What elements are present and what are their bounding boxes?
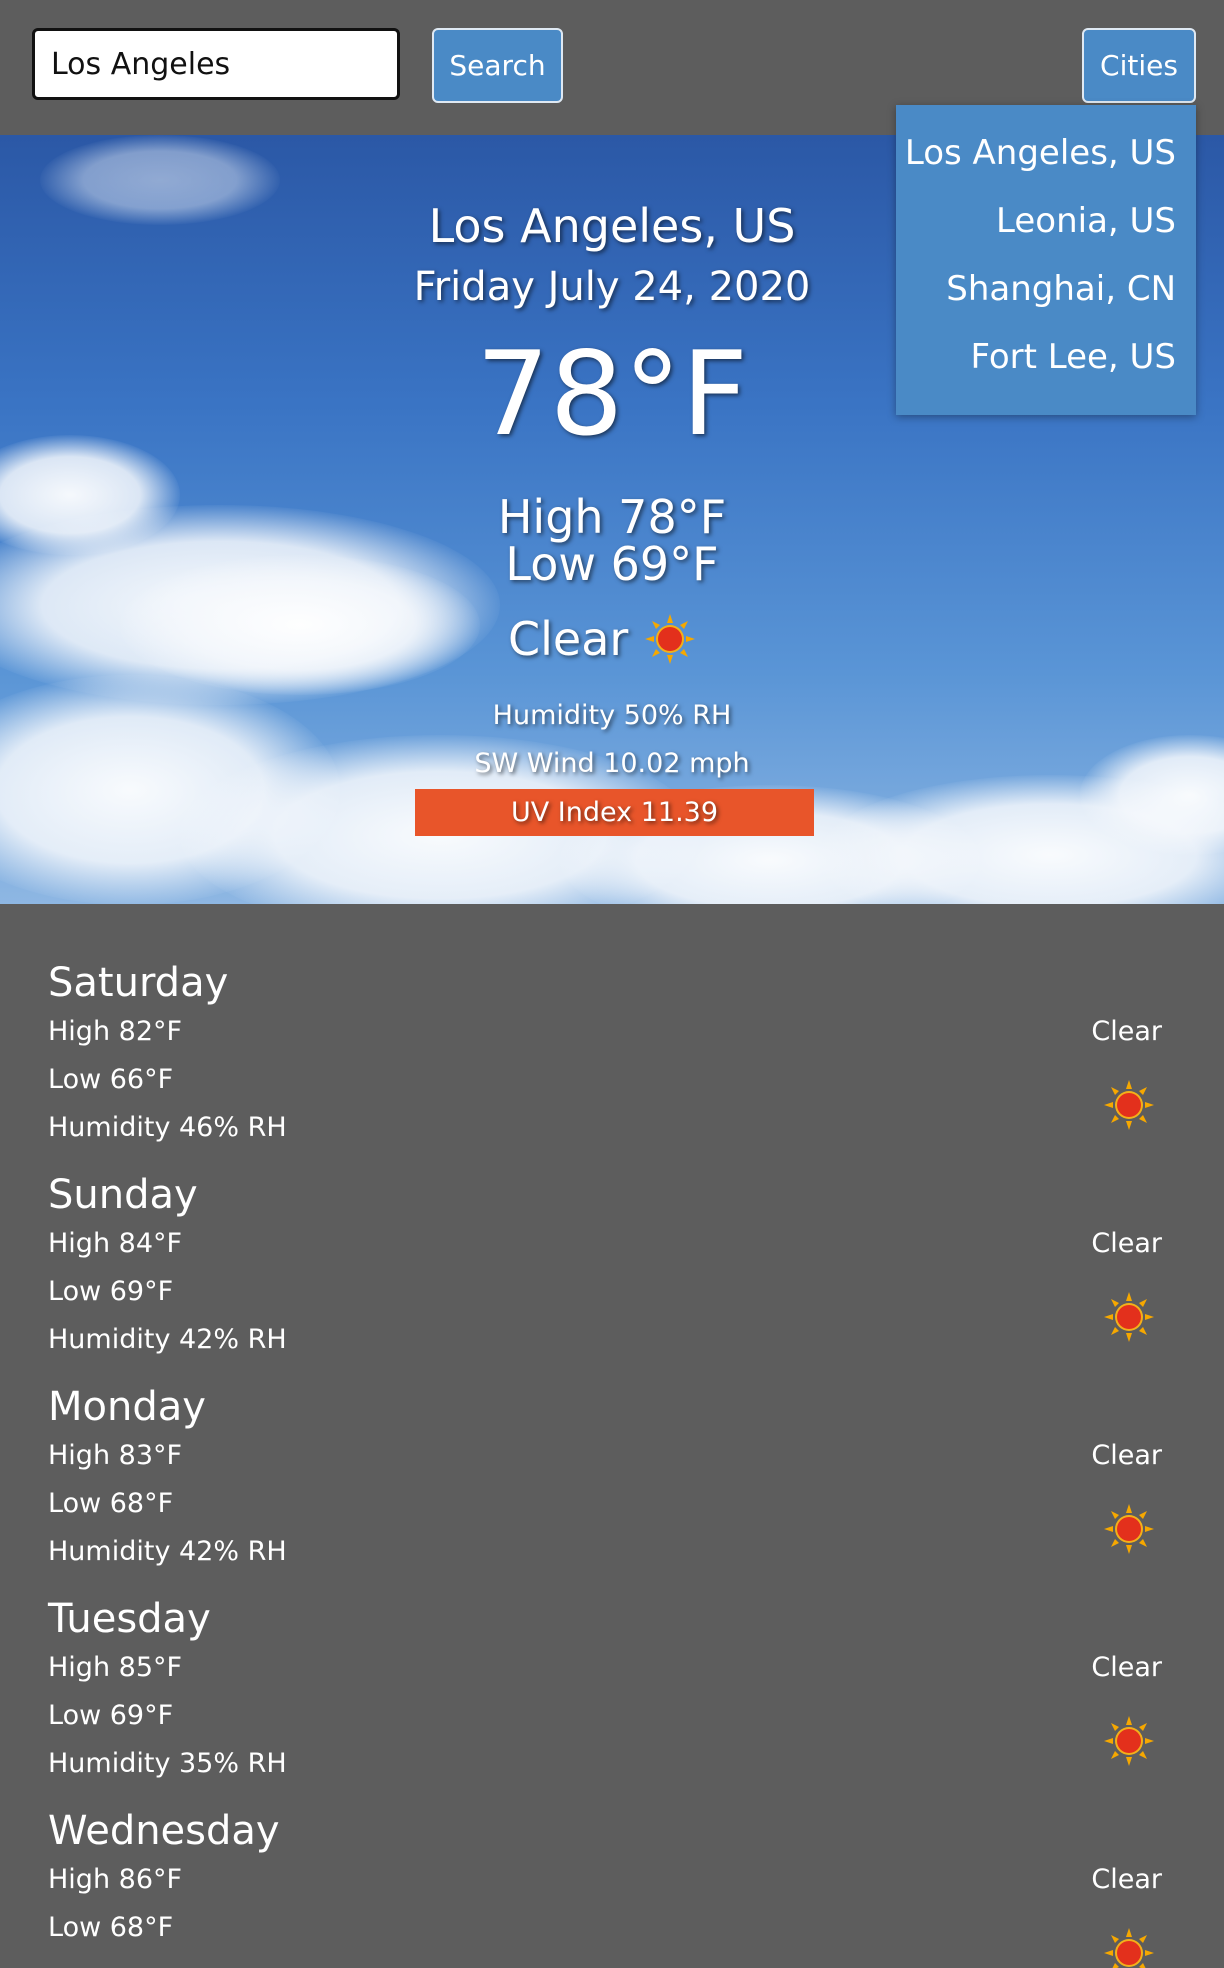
day-high: High 86°F bbox=[48, 1864, 183, 1895]
current-condition: Clear bbox=[508, 612, 629, 666]
forecast-day: Tuesday High 85°F Low 69°F Humidity 35% … bbox=[0, 1540, 1224, 1779]
day-low: Low 68°F bbox=[48, 1912, 174, 1943]
dropdown-item-shanghai[interactable]: Shanghai, CN bbox=[946, 269, 1176, 309]
day-condition: Clear bbox=[1091, 1016, 1162, 1047]
forecast-day: Monday High 83°F Low 68°F Humidity 42% R… bbox=[0, 1328, 1224, 1567]
dropdown-item-fort-lee[interactable]: Fort Lee, US bbox=[970, 337, 1176, 377]
day-condition: Clear bbox=[1091, 1228, 1162, 1259]
sun-icon bbox=[645, 614, 695, 664]
dropdown-item-leonia[interactable]: Leonia, US bbox=[996, 201, 1176, 241]
day-high: High 85°F bbox=[48, 1652, 183, 1683]
day-name: Tuesday bbox=[48, 1596, 211, 1642]
day-low: Low 69°F bbox=[48, 1700, 174, 1731]
day-low: Low 69°F bbox=[48, 1276, 174, 1307]
cities-dropdown: Los Angeles, US Leonia, US Shanghai, CN … bbox=[896, 105, 1196, 415]
search-input[interactable] bbox=[32, 28, 400, 100]
current-humidity: Humidity 50% RH bbox=[492, 700, 732, 731]
current-low: Low 69°F bbox=[505, 537, 719, 591]
day-name: Sunday bbox=[48, 1172, 198, 1218]
day-high: High 83°F bbox=[48, 1440, 183, 1471]
day-low: Low 66°F bbox=[48, 1064, 174, 1095]
day-high: High 82°F bbox=[48, 1016, 183, 1047]
uv-index-badge: UV Index 11.39 bbox=[415, 789, 814, 836]
day-high: High 84°F bbox=[48, 1228, 183, 1259]
day-condition: Clear bbox=[1091, 1440, 1162, 1471]
day-condition: Clear bbox=[1091, 1864, 1162, 1895]
day-name: Wednesday bbox=[48, 1808, 280, 1854]
forecast-day: Saturday High 82°F Low 66°F Humidity 46%… bbox=[0, 904, 1224, 1143]
current-high: High 78°F bbox=[497, 490, 727, 544]
current-wind: SW Wind 10.02 mph bbox=[474, 748, 750, 779]
forecast-day: Sunday High 84°F Low 69°F Humidity 42% R… bbox=[0, 1116, 1224, 1355]
dropdown-item-los-angeles[interactable]: Los Angeles, US bbox=[905, 133, 1176, 173]
sun-icon bbox=[1104, 1928, 1154, 1968]
search-button[interactable]: Search bbox=[432, 28, 563, 103]
cities-button[interactable]: Cities bbox=[1082, 28, 1196, 103]
day-name: Saturday bbox=[48, 960, 229, 1006]
day-condition: Clear bbox=[1091, 1652, 1162, 1683]
day-name: Monday bbox=[48, 1384, 206, 1430]
day-low: Low 68°F bbox=[48, 1488, 174, 1519]
forecast-day: Wednesday High 86°F Low 68°F Clear bbox=[0, 1752, 1224, 1968]
forecast-list: Saturday High 82°F Low 66°F Humidity 46%… bbox=[0, 904, 1224, 1968]
